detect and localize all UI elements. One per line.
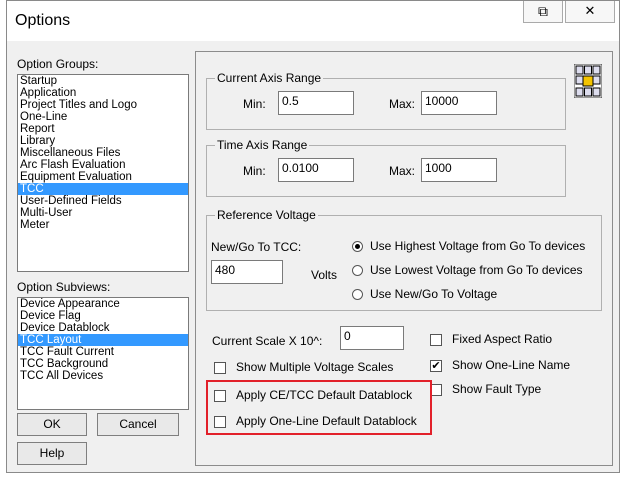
option-subview-item[interactable]: Device Flag — [18, 310, 188, 322]
time-axis-range-group: Time Axis Range Min: 0.0100 Max: 1000 — [206, 138, 566, 197]
option-group-item[interactable]: Application — [18, 87, 188, 99]
cancel-button[interactable]: Cancel — [97, 413, 179, 436]
radio-highest[interactable] — [352, 241, 363, 252]
new-goto-tcc-label: New/Go To TCC: — [211, 240, 302, 254]
current-axis-range-group: Current Axis Range Min: 0.5 Max: 10000 — [206, 71, 566, 130]
current-min-label: Min: — [243, 97, 266, 111]
option-group-item[interactable]: Report — [18, 123, 188, 135]
option-group-item[interactable]: One-Line — [18, 111, 188, 123]
current-min-input[interactable]: 0.5 — [278, 91, 354, 115]
reference-voltage-input[interactable]: 480 — [211, 260, 283, 284]
volts-label: Volts — [311, 268, 338, 282]
option-groups-list[interactable]: Startup Application Project Titles and Log… — [17, 74, 189, 272]
option-subview-item[interactable]: TCC All Devices — [18, 370, 188, 382]
reference-voltage-title: Reference Voltage — [215, 208, 318, 222]
reference-voltage-group: Reference Voltage New/Go To TCC: 480 Vol… — [206, 208, 602, 311]
restore-icon: ⧉ — [538, 3, 548, 19]
option-subview-item[interactable]: TCC Background — [18, 358, 188, 370]
option-subviews-label: Option Subviews: — [17, 280, 111, 294]
option-subviews-list[interactable]: Device Appearance Device Flag Device Datab… — [17, 297, 189, 410]
option-group-item[interactable]: Arc Flash Evaluation — [18, 159, 188, 171]
radio-selected-dot — [355, 244, 360, 249]
option-group-item[interactable]: User-Defined Fields — [18, 195, 188, 207]
show-fault-type-label: Show Fault Type — [452, 382, 542, 396]
option-group-item[interactable]: Library — [18, 135, 188, 147]
option-group-item[interactable]: Multi-User — [18, 207, 188, 219]
close-icon: ✕ — [584, 3, 596, 18]
radio-highest-label: Use Highest Voltage from Go To devices — [370, 239, 586, 253]
current-axis-range-title: Current Axis Range — [215, 71, 324, 85]
radio-lowest-label: Use Lowest Voltage from Go To devices — [370, 263, 583, 277]
time-axis-range-title: Time Axis Range — [215, 138, 310, 152]
tcc-device-icon — [573, 63, 603, 99]
time-min-label: Min: — [243, 164, 266, 178]
option-group-item[interactable]: Startup — [18, 75, 188, 87]
option-group-item[interactable]: Project Titles and Logo — [18, 99, 188, 111]
close-button[interactable]: ✕ — [565, 1, 615, 23]
current-scale-label: Current Scale X 10^: — [212, 334, 323, 348]
radio-lowest[interactable] — [352, 265, 363, 276]
title-bar: Options ⧉ ✕ — [7, 1, 619, 41]
current-max-label: Max: — [389, 97, 416, 111]
current-max-input[interactable]: 10000 — [421, 91, 497, 115]
radio-new-goto-label: Use New/Go To Voltage — [370, 287, 498, 301]
fixed-aspect-ratio-label: Fixed Aspect Ratio — [452, 332, 553, 346]
time-min-input[interactable]: 0.0100 — [278, 158, 354, 182]
option-subview-item[interactable]: TCC Fault Current — [18, 346, 188, 358]
ok-button[interactable]: OK — [17, 413, 87, 436]
fixed-aspect-ratio-checkbox[interactable] — [430, 334, 442, 346]
option-subview-item[interactable]: Device Appearance — [18, 298, 188, 310]
option-group-item[interactable]: Equipment Evaluation — [18, 171, 188, 183]
option-subview-item[interactable]: TCC Layout — [18, 334, 188, 346]
time-max-input[interactable]: 1000 — [421, 158, 497, 182]
options-dialog: Options ⧉ ✕ Option Groups: Startup Applic… — [6, 0, 620, 473]
current-scale-input[interactable]: 0 — [340, 326, 404, 350]
dialog-title: Options — [15, 12, 71, 29]
option-group-item[interactable]: TCC — [18, 183, 188, 195]
show-multiple-voltage-scales-checkbox[interactable] — [214, 362, 226, 374]
time-max-label: Max: — [389, 164, 416, 178]
option-group-item[interactable]: Miscellaneous Files — [18, 147, 188, 159]
radio-new-goto[interactable] — [352, 289, 363, 300]
checkmark-icon: ✔ — [431, 360, 441, 372]
option-groups-label: Option Groups: — [17, 57, 99, 71]
tcc-layout-panel: Current Axis Range Min: 0.5 Max: 10000 T… — [195, 51, 613, 466]
option-group-item[interactable]: Meter — [18, 219, 188, 231]
highlight-box — [206, 380, 432, 435]
show-multiple-voltage-scales-label: Show Multiple Voltage Scales — [236, 360, 394, 374]
option-subview-item[interactable]: Device Datablock — [18, 322, 188, 334]
show-one-line-name-label: Show One-Line Name — [452, 358, 571, 372]
show-one-line-name-checkbox[interactable]: ✔ — [430, 360, 442, 372]
restore-button[interactable]: ⧉ — [523, 1, 563, 23]
help-button[interactable]: Help — [17, 442, 87, 465]
